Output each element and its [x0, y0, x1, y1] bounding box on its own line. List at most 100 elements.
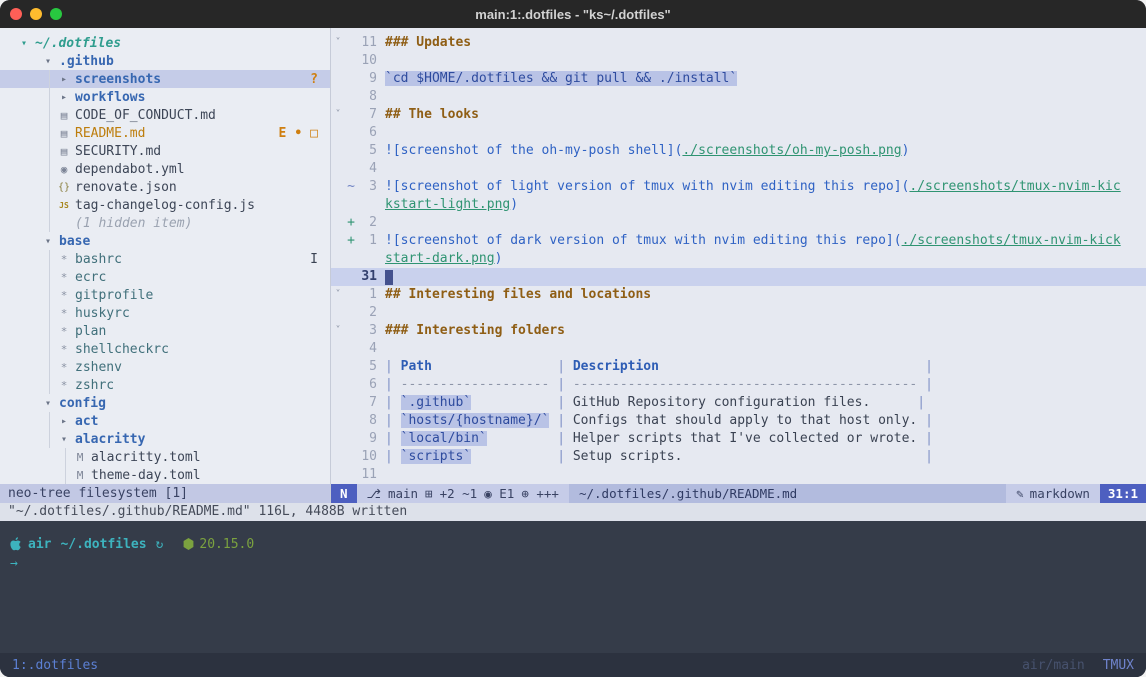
fold-icon: [331, 358, 345, 376]
editor-line[interactable]: 11: [331, 466, 1146, 484]
git-segment: ⎇ main ⊞ +2 ~1 ◉ E1 ⊕ +++: [357, 484, 569, 503]
editor-line[interactable]: 8: [331, 88, 1146, 106]
tree-item-label: SECURITY.md: [75, 144, 161, 159]
git-sign: [345, 268, 357, 286]
tree-item-alacritty-toml[interactable]: Malacritty.toml: [0, 448, 330, 466]
minimize-button[interactable]: [30, 8, 42, 20]
fold-icon: [331, 142, 345, 160]
tree-item-dotfiles[interactable]: ▾~/.dotfiles: [0, 34, 330, 52]
git-sign: [345, 124, 357, 142]
editor-line[interactable]: 2: [331, 304, 1146, 322]
git-sign: +: [345, 214, 357, 232]
editor-line[interactable]: 4: [331, 340, 1146, 358]
prompt-arrow[interactable]: →: [10, 555, 1146, 573]
tree-item-label: alacritty.toml: [91, 450, 201, 465]
editor-panel: ˅11### Updates109`cd $HOME/.dotfiles && …: [331, 28, 1146, 503]
line-number: 9: [357, 70, 385, 88]
git-sign: [345, 160, 357, 178]
editor-line[interactable]: 10: [331, 52, 1146, 70]
fold-icon: ˅: [331, 322, 345, 340]
terminal-pane[interactable]: air ~/.dotfiles ↻ 20.15.0 → 1:.dotfiles …: [0, 521, 1146, 677]
git-sign: [345, 70, 357, 88]
editor-line[interactable]: ˅1## Interesting files and locations: [331, 286, 1146, 304]
editor-line[interactable]: 31: [331, 268, 1146, 286]
fold-icon: ˅: [331, 106, 345, 124]
editor-line[interactable]: start-dark.png): [331, 250, 1146, 268]
diagnostics-count: ◉ E1: [484, 484, 514, 503]
editor-line[interactable]: 6| ------------------- | ---------------…: [331, 376, 1146, 394]
neotree[interactable]: ▾~/.dotfiles▾.github▸screenshots?▸workfl…: [0, 28, 330, 484]
tree-item-base[interactable]: ▾base: [0, 232, 330, 250]
editor-line[interactable]: +2: [331, 214, 1146, 232]
line-number: 10: [357, 52, 385, 70]
window-title: main:1:.dotfiles - "ks~/.dotfiles": [475, 7, 670, 22]
tree-item-github[interactable]: ▾.github: [0, 52, 330, 70]
titlebar[interactable]: main:1:.dotfiles - "ks~/.dotfiles": [0, 0, 1146, 28]
refresh-icon: ↻: [156, 537, 164, 552]
tmux-session-name: air/main: [1022, 658, 1085, 673]
prompt-path: ~/.dotfiles: [60, 537, 146, 552]
tmux-window-name[interactable]: 1:.dotfiles: [12, 658, 98, 673]
line-text: ### Interesting folders: [385, 322, 565, 340]
line-number: 4: [357, 340, 385, 358]
close-button[interactable]: [10, 8, 22, 20]
tmux-label: TMUX: [1103, 658, 1134, 673]
editor-line[interactable]: ˅3### Interesting folders: [331, 322, 1146, 340]
diagnostic-error-mark: E: [279, 126, 287, 141]
git-sign: [345, 250, 357, 268]
git-sign: [345, 448, 357, 466]
tree-item-label: zshenv: [75, 360, 122, 375]
editor-line[interactable]: 5![screenshot of the oh-my-posh shell](.…: [331, 142, 1146, 160]
tmux-statusbar: 1:.dotfiles air/main TMUX: [0, 653, 1146, 677]
editor-lines[interactable]: ˅11### Updates109`cd $HOME/.dotfiles && …: [331, 28, 1146, 484]
git-sign: [345, 106, 357, 124]
editor-line[interactable]: ~3![screenshot of light version of tmux …: [331, 178, 1146, 196]
editor-line[interactable]: +1![screenshot of dark version of tmux w…: [331, 232, 1146, 250]
editor-line[interactable]: 9| `local/bin` | Helper scripts that I'v…: [331, 430, 1146, 448]
editor-line[interactable]: ˅7## The looks: [331, 106, 1146, 124]
editor-line[interactable]: 9`cd $HOME/.dotfiles && git pull && ./in…: [331, 70, 1146, 88]
fold-icon: [331, 124, 345, 142]
shell-file-icon: *: [56, 325, 72, 338]
editor-line[interactable]: ˅11### Updates: [331, 34, 1146, 52]
toml-icon: M: [72, 469, 88, 482]
tree-item-label: renovate.json: [75, 180, 177, 195]
tree-item-label: plan: [75, 324, 106, 339]
git-sign: [345, 52, 357, 70]
fold-icon: [331, 376, 345, 394]
traffic-lights: [10, 8, 62, 20]
chevron-right-icon: ▸: [56, 416, 72, 427]
javascript-icon: JS: [56, 201, 72, 210]
line-text: | `local/bin` | Helper scripts that I've…: [385, 430, 933, 448]
tree-item-config[interactable]: ▾config: [0, 394, 330, 412]
editor-line[interactable]: kstart-light.png): [331, 196, 1146, 214]
tree-item-label: dependabot.yml: [75, 162, 185, 177]
editor-line[interactable]: 10| `scripts` | Setup scripts. |: [331, 448, 1146, 466]
editor-line[interactable]: 7| `.github` | GitHub Repository configu…: [331, 394, 1146, 412]
line-number: 10: [357, 448, 385, 466]
tree-item-label: gitprofile: [75, 288, 153, 303]
node-hexagon-icon: [183, 538, 194, 550]
git-sign: [345, 358, 357, 376]
tree-item-label: bashrc: [75, 252, 122, 267]
line-number: [357, 196, 385, 214]
line-text: | `hosts/{hostname}/` | Configs that sho…: [385, 412, 933, 430]
fold-icon: ˅: [331, 34, 345, 52]
editor-line[interactable]: 4: [331, 160, 1146, 178]
line-text: kstart-light.png): [385, 196, 518, 214]
editor-line[interactable]: 6: [331, 124, 1146, 142]
line-number: 11: [357, 466, 385, 484]
tree-item-label: alacritty: [75, 432, 145, 447]
fold-icon: [331, 448, 345, 466]
nvim-area: ▾~/.dotfiles▾.github▸screenshots?▸workfl…: [0, 28, 1146, 503]
tree-item-label: README.md: [75, 126, 145, 141]
tree-item-theme-day-toml[interactable]: Mtheme-day.toml: [0, 466, 330, 484]
tree-guide: [49, 70, 50, 232]
chevron-down-icon: ▾: [40, 56, 56, 67]
tree-item-label: base: [59, 234, 90, 249]
editor-line[interactable]: 5| Path | Description |: [331, 358, 1146, 376]
fold-icon: [331, 52, 345, 70]
zoom-button[interactable]: [50, 8, 62, 20]
editor-line[interactable]: 8| `hosts/{hostname}/` | Configs that sh…: [331, 412, 1146, 430]
line-text: ![screenshot of the oh-my-posh shell](./…: [385, 142, 909, 160]
